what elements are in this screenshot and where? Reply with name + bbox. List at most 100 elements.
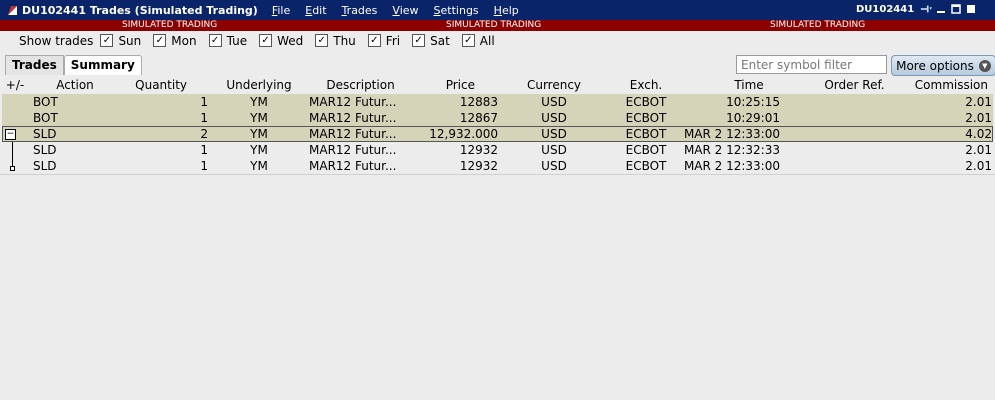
cell-action: BOT (33, 111, 58, 125)
cell-quantity: 1 (200, 143, 208, 157)
window-title: DU102441 Trades (Simulated Trading) (22, 3, 258, 17)
col-header-currency[interactable]: Currency (518, 77, 590, 94)
simulated-trading-banner: SIMULATED TRADING SIMULATED TRADING SIMU… (0, 20, 995, 31)
table-row-group[interactable]: − SLD 2 YM MAR12 Futur... 12,932.000 USD… (2, 126, 993, 142)
menu-trades[interactable]: Trades (342, 4, 378, 17)
col-header-order-ref[interactable]: Order Ref. (817, 77, 892, 94)
window-controls (920, 3, 977, 15)
checkbox-icon[interactable]: ✓ (461, 34, 475, 47)
cell-underlying: YM (250, 159, 268, 173)
checkbox-icon[interactable]: ✓ (208, 34, 222, 47)
cell-description: MAR12 Futur... (309, 95, 397, 109)
checkbox-icon[interactable]: ✓ (153, 34, 167, 47)
day-checkbox-thu[interactable]: ✓ Thu (315, 34, 356, 48)
app-icon (6, 4, 18, 16)
day-checkbox-all[interactable]: ✓ All (461, 34, 495, 48)
cell-time: MAR 2 12:33:00 (683, 159, 780, 173)
cell-description: MAR12 Futur... (309, 143, 397, 157)
tab-trades[interactable]: Trades (5, 55, 64, 75)
cell-description: MAR12 Futur... (309, 159, 397, 173)
cell-exch: ECBOT (625, 111, 667, 125)
cell-exch: ECBOT (625, 127, 667, 141)
table-row[interactable]: BOT 1 YM MAR12 Futur... 12867 USD ECBOT … (2, 110, 993, 126)
close-icon[interactable] (965, 3, 977, 15)
cell-time: 10:25:15 (726, 95, 780, 109)
collapse-toggle-icon[interactable]: − (5, 129, 16, 140)
cell-currency: USD (541, 95, 567, 109)
table-row[interactable]: SLD 1 YM MAR12 Futur... 12932 USD ECBOT … (2, 142, 993, 158)
day-checkbox-sat[interactable]: ✓ Sat (412, 34, 450, 48)
table-row[interactable]: SLD 1 YM MAR12 Futur... 12932 USD ECBOT … (2, 158, 993, 174)
more-options-label: More options (896, 58, 974, 73)
maximize-icon[interactable] (950, 3, 962, 15)
cell-description: MAR12 Futur... (309, 127, 397, 141)
cell-action: BOT (33, 95, 58, 109)
tree-connector (12, 158, 13, 166)
day-checkbox-mon[interactable]: ✓ Mon (153, 34, 197, 48)
cell-quantity: 1 (200, 111, 208, 125)
show-trades-label: Show trades (19, 33, 94, 48)
cell-description: MAR12 Futur... (309, 111, 397, 125)
day-checkbox-tue[interactable]: ✓ Tue (208, 34, 247, 48)
cell-exch: ECBOT (625, 143, 667, 157)
cell-quantity: 2 (200, 127, 208, 141)
checkbox-icon[interactable]: ✓ (259, 34, 273, 47)
menu-file[interactable]: File (272, 4, 290, 17)
cell-currency: USD (541, 143, 567, 157)
cell-commission: 2.01 (965, 111, 992, 125)
menu-edit[interactable]: Edit (305, 4, 326, 17)
col-header-action[interactable]: Action (47, 77, 103, 94)
cell-action: SLD (33, 143, 57, 157)
cell-price: 12,932.000 (429, 127, 498, 141)
day-checkbox-sun[interactable]: ✓ Sun (100, 34, 141, 48)
cell-underlying: YM (250, 143, 268, 157)
tree-connector (12, 142, 13, 158)
cell-quantity: 1 (200, 95, 208, 109)
pin-icon[interactable] (920, 3, 932, 15)
col-header-exch[interactable]: Exch. (617, 77, 675, 94)
cell-underlying: YM (250, 127, 268, 141)
cell-action: SLD (33, 159, 57, 173)
cell-price: 12883 (459, 95, 498, 109)
minimize-icon[interactable] (935, 3, 947, 15)
day-filter-bar: Show trades ✓ Sun ✓ Mon ✓ Tue ✓ Wed ✓ Thu ✓ Fr… (0, 31, 995, 50)
menu-help[interactable]: Help (494, 4, 519, 17)
view-tabs: Trades Summary (5, 55, 142, 75)
day-checkbox-fri[interactable]: ✓ Fri (367, 34, 400, 48)
col-header-commission[interactable]: Commission (897, 77, 988, 94)
cell-currency: USD (541, 111, 567, 125)
tree-node-icon (10, 166, 15, 171)
col-header-time[interactable]: Time (718, 77, 780, 94)
checkbox-icon[interactable]: ✓ (367, 34, 381, 47)
cell-price: 12932 (459, 143, 498, 157)
menu-view[interactable]: View (392, 4, 418, 17)
chevron-down-icon: ▼ (978, 59, 991, 72)
checkbox-icon[interactable]: ✓ (412, 34, 426, 47)
sim-banner-text: SIMULATED TRADING (446, 20, 542, 30)
tab-summary[interactable]: Summary (63, 55, 142, 75)
menu-settings[interactable]: Settings (434, 4, 479, 17)
cell-underlying: YM (250, 111, 268, 125)
more-options-button[interactable]: More options ▼ (891, 55, 995, 76)
title-bar: DU102441 Trades (Simulated Trading) File… (0, 0, 995, 20)
cell-price: 12867 (459, 111, 498, 125)
day-checkbox-wed[interactable]: ✓ Wed (259, 34, 303, 48)
cell-exch: ECBOT (625, 159, 667, 173)
cell-price: 12932 (459, 159, 498, 173)
col-header-toggle[interactable]: +/- (5, 77, 25, 94)
account-id: DU102441 (856, 4, 915, 15)
cell-commission: 2.01 (965, 159, 992, 173)
cell-commission: 4.02 (965, 127, 992, 141)
col-header-underlying[interactable]: Underlying (219, 77, 299, 94)
cell-commission: 2.01 (965, 143, 992, 157)
col-header-quantity[interactable]: Quantity (122, 77, 187, 94)
table-row[interactable]: BOT 1 YM MAR12 Futur... 12883 USD ECBOT … (2, 94, 993, 110)
cell-currency: USD (541, 127, 567, 141)
col-header-description[interactable]: Description (318, 77, 403, 94)
cell-exch: ECBOT (625, 95, 667, 109)
col-header-price[interactable]: Price (415, 77, 475, 94)
cell-action: SLD (33, 127, 57, 141)
checkbox-icon[interactable]: ✓ (315, 34, 329, 47)
checkbox-icon[interactable]: ✓ (100, 34, 114, 47)
symbol-filter-input[interactable] (736, 55, 887, 74)
